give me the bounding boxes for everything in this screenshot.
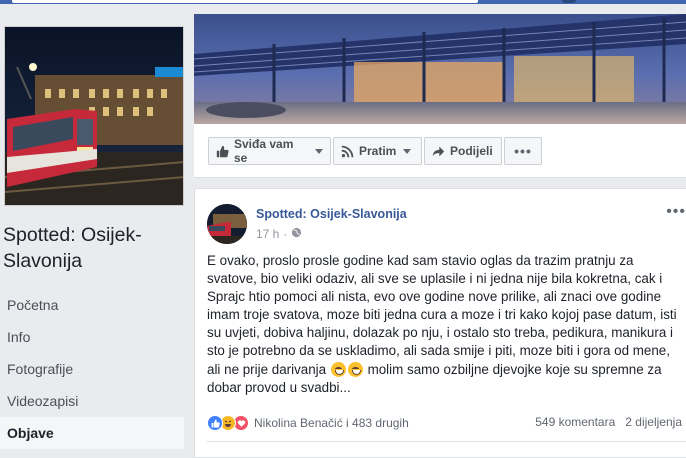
thumbs-up-icon [216, 145, 229, 158]
top-nav-bar [0, 0, 686, 4]
post-text-part-1: E ovako, proslo prosle godine kad sam st… [207, 253, 677, 377]
grinning-emoji-icon [347, 361, 363, 377]
nav-item-posts[interactable]: Objave [0, 417, 184, 449]
post-options-button[interactable]: ••• [666, 203, 686, 221]
post-card: Spotted: Osijek-Slavonija 17 h · ••• E o… [194, 188, 686, 458]
page-nav: Početna Info Fotografije Videozapisi Obj… [0, 289, 184, 449]
rss-icon [341, 145, 354, 158]
follow-page-button[interactable]: Pratim [333, 137, 422, 165]
like-reaction-icon [207, 415, 223, 431]
like-button-label: Sviđa vam se [234, 137, 294, 165]
chevron-down-icon [403, 148, 412, 154]
follow-button-label: Pratim [359, 144, 397, 158]
cover-photo-image [194, 14, 686, 124]
comments-count[interactable]: 549 komentara [535, 415, 615, 429]
more-options-button[interactable]: ••• [504, 137, 542, 165]
nav-item-info[interactable]: Info [0, 321, 184, 353]
share-arrow-icon [432, 145, 445, 158]
search-bar[interactable] [12, 0, 478, 3]
post-author-name[interactable]: Spotted: Osijek-Slavonija [256, 207, 407, 221]
more-dots-icon: ••• [514, 143, 532, 159]
nav-item-home[interactable]: Početna [0, 289, 184, 321]
post-body: E ovako, proslo prosle godine kad sam st… [207, 252, 683, 397]
grinning-emoji-icon [330, 361, 346, 377]
nav-item-videos[interactable]: Videozapisi [0, 385, 184, 417]
reactions-names[interactable]: Nikolina Benačić i 483 drugih [254, 416, 409, 430]
reactions-summary[interactable]: Nikolina Benačić i 483 drugih [207, 415, 409, 431]
post-divider [207, 441, 686, 442]
shares-count[interactable]: 2 dijeljenja [625, 415, 682, 429]
meta-separator: · [283, 227, 288, 241]
like-page-button[interactable]: Sviđa vam se [208, 137, 331, 165]
post-author-avatar[interactable] [207, 204, 247, 244]
profile-photo-image [5, 27, 183, 205]
share-button-label: Podijeli [450, 144, 493, 158]
post-meta: 17 h · [256, 227, 302, 241]
share-page-button[interactable]: Podijeli [424, 137, 502, 165]
nav-item-photos[interactable]: Fotografije [0, 353, 184, 385]
engagement-counts: 549 komentara 2 dijeljenja [535, 415, 682, 429]
chevron-down-icon [315, 148, 323, 154]
friends-icon[interactable] [562, 0, 576, 3]
post-timestamp[interactable]: 17 h [256, 227, 279, 241]
page-title: Spotted: Osijek-Slavonija [3, 224, 142, 272]
page-profile-picture[interactable] [4, 26, 184, 206]
globe-icon [291, 227, 302, 241]
avatar-image [207, 204, 247, 244]
page-action-bar: Sviđa vam se Pratim Podijeli ••• [194, 124, 686, 178]
cover-photo[interactable] [194, 14, 686, 124]
